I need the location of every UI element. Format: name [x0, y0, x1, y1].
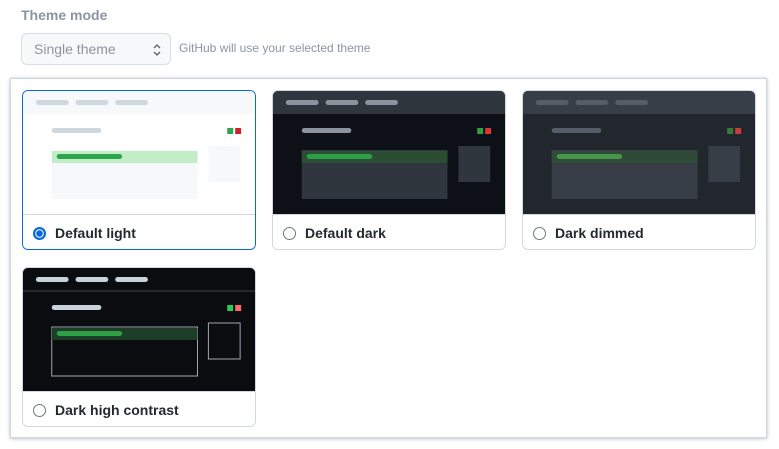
theme-card-dark-dimmed[interactable]: Dark dimmed	[522, 90, 756, 250]
preview-nav-pill	[365, 100, 398, 105]
theme-radio-default-light[interactable]	[33, 226, 46, 240]
preview-status-green	[477, 128, 484, 134]
preview-highlight-bar	[556, 154, 623, 159]
preview-status-green	[227, 128, 234, 134]
preview-side-box	[208, 146, 241, 182]
preview-nav-pill	[35, 277, 69, 282]
preview-side-box	[708, 146, 741, 182]
preview-nav-pill	[115, 100, 148, 105]
theme-preview-dark-dimmed	[523, 91, 755, 214]
preview-highlight-bar	[56, 154, 123, 159]
theme-label: Dark dimmed	[555, 225, 644, 241]
preview-nav-pill	[615, 100, 648, 105]
preview-highlight-bar	[56, 331, 123, 336]
theme-label: Default dark	[305, 225, 386, 241]
theme-mode-hint: GitHub will use your selected theme	[179, 41, 371, 55]
theme-radio-default-dark[interactable]	[283, 226, 296, 240]
preview-status-red	[235, 128, 242, 134]
theme-label: Default light	[55, 225, 136, 241]
preview-side-box	[458, 146, 491, 182]
theme-radio-dark-dimmed[interactable]	[533, 226, 546, 240]
preview-title-pill	[551, 128, 602, 133]
preview-title-pill	[51, 305, 102, 310]
theme-mode-select-value: Single theme	[34, 41, 116, 57]
theme-radio-dark-high-contrast[interactable]	[33, 403, 46, 417]
theme-preview-dark-high-contrast	[23, 268, 255, 391]
preview-status-red	[235, 305, 242, 311]
preview-nav-pill	[285, 100, 319, 105]
preview-nav-pill	[535, 100, 569, 105]
theme-preview-default-light	[23, 91, 255, 214]
preview-status-red	[485, 128, 492, 134]
preview-nav-pill	[75, 277, 109, 282]
theme-card-footer: Default dark	[273, 214, 505, 249]
theme-card-footer: Default light	[23, 214, 255, 249]
preview-title-pill	[301, 128, 352, 133]
preview-nav-pill	[75, 100, 109, 105]
theme-label: Dark high contrast	[55, 402, 179, 418]
theme-card-footer: Dark high contrast	[23, 391, 255, 426]
theme-card-footer: Dark dimmed	[523, 214, 755, 249]
preview-status-red	[735, 128, 742, 134]
theme-card-default-dark[interactable]: Default dark	[272, 90, 506, 250]
preview-side-box	[207, 322, 241, 360]
theme-mode-select[interactable]: Single theme	[21, 33, 171, 65]
preview-nav-pill	[115, 277, 148, 282]
preview-nav-pill	[575, 100, 609, 105]
theme-card-dark-high-contrast[interactable]: Dark high contrast	[22, 267, 256, 427]
preview-status-green	[727, 128, 734, 134]
preview-highlight-bar	[306, 154, 373, 159]
preview-title-pill	[51, 128, 102, 133]
theme-card-default-light[interactable]: Default light	[22, 90, 256, 250]
select-arrows-icon	[153, 44, 161, 56]
preview-nav-pill	[35, 100, 69, 105]
theme-preview-default-dark	[273, 91, 505, 214]
theme-picker-panel: Default light Default dark Dark dimmed D…	[10, 78, 767, 438]
preview-status-green	[227, 305, 234, 311]
theme-mode-title: Theme mode	[21, 7, 108, 23]
preview-nav-pill	[325, 100, 359, 105]
